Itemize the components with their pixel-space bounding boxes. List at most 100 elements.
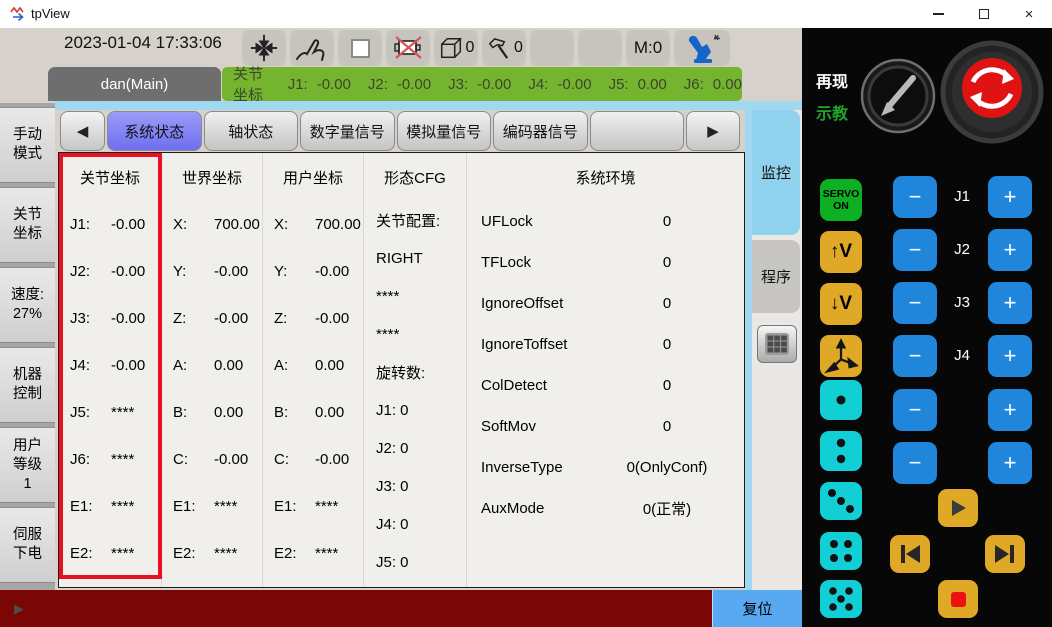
robot-tool-button[interactable] xyxy=(674,30,730,66)
square-tool-button[interactable] xyxy=(338,30,382,66)
left-sidebar: 手动模式关节坐标速度:27%机器控制用户等级1伺服下电 xyxy=(0,103,55,590)
status-row: E1:**** xyxy=(162,483,262,530)
program-tab[interactable]: dan(Main) xyxy=(48,67,221,101)
jog-label-j1: J1 xyxy=(942,188,982,205)
minus-icon: − xyxy=(909,237,922,263)
tab-digital-signals[interactable]: 数字量信号 xyxy=(300,111,395,151)
column-title: 系统环境 xyxy=(467,153,744,201)
converge-arrows-icon xyxy=(248,32,280,64)
dice-5-button[interactable] xyxy=(820,580,862,618)
sidebar-item-line: 控制 xyxy=(13,385,42,404)
tab-program[interactable]: 程序 xyxy=(752,240,800,313)
run-indicator-icon: ▶ xyxy=(14,601,24,617)
program-right-tab-label: 程序 xyxy=(761,266,791,287)
sidebar-item-joint-coord[interactable]: 关节坐标 xyxy=(0,187,55,263)
speed-down-button[interactable]: ↓V xyxy=(820,283,862,325)
joint-readouts: J1:-0.00J2:-0.00J3:-0.00J4:-0.00J5:0.00J… xyxy=(288,76,742,93)
servo-on-button[interactable]: SERVO ON xyxy=(820,179,862,221)
speed-down-icon: ↓V xyxy=(830,293,852,315)
converge-tool-button[interactable] xyxy=(242,30,286,66)
row-value: 0.00 xyxy=(214,404,243,421)
play-button[interactable] xyxy=(938,489,978,527)
sidebar-item-user-level[interactable]: 用户等级1 xyxy=(0,427,55,503)
status-row: X:700.00 xyxy=(162,201,262,248)
config-line: **** xyxy=(364,315,466,353)
row-label: TFLock xyxy=(481,254,517,271)
toolbar-empty-slot xyxy=(530,30,574,66)
status-row: J4:-0.00 xyxy=(59,342,161,389)
sidebar-item-line: 手动 xyxy=(13,126,42,145)
status-row: E1:**** xyxy=(59,483,161,530)
plus-icon: + xyxy=(1004,397,1017,423)
jog-minus-j2[interactable]: − xyxy=(893,229,937,271)
jog-minus-6[interactable]: − xyxy=(893,442,937,484)
joint-readout: J1:-0.00 xyxy=(288,76,351,93)
jog-minus-j3[interactable]: − xyxy=(893,282,937,324)
stop-button[interactable] xyxy=(938,580,978,618)
joint-readout: J4:-0.00 xyxy=(528,76,591,93)
joint-value: 0.00 xyxy=(638,76,667,93)
row-value: 0.00 xyxy=(315,357,344,374)
step-forward-button[interactable] xyxy=(985,535,1025,573)
row-label: SoftMov xyxy=(481,418,517,435)
emergency-stop-button[interactable] xyxy=(940,40,1044,144)
close-button[interactable]: × xyxy=(1009,0,1049,28)
jog-plus-j4[interactable]: + xyxy=(988,335,1032,377)
jog-hand-tool-button[interactable] xyxy=(290,30,334,66)
config-line: **** xyxy=(364,277,466,315)
status-row: J5:**** xyxy=(59,389,161,436)
tab-system-status[interactable]: 系统状态 xyxy=(107,111,202,151)
joint-status-bar: 关节坐标 J1:-0.00J2:-0.00J3:-0.00J4:-0.00J5:… xyxy=(222,67,742,101)
sidebar-item-machine-control[interactable]: 机器控制 xyxy=(0,347,55,423)
jog-plus-j3[interactable]: + xyxy=(988,282,1032,324)
motor-disabled-button[interactable] xyxy=(386,30,430,66)
sidebar-item-line: 关节 xyxy=(13,206,42,225)
sidebar-item-line: 伺服 xyxy=(13,526,42,545)
tab-monitor[interactable]: 监控 xyxy=(752,110,800,235)
config-line: J4: 0 xyxy=(364,505,466,543)
sidebar-item-manual-mode[interactable]: 手动模式 xyxy=(0,107,55,183)
step-back-button[interactable] xyxy=(890,535,930,573)
coordinate-frame-button[interactable] xyxy=(820,335,862,377)
dice-4-icon xyxy=(820,532,862,570)
maximize-button[interactable] xyxy=(964,0,1004,28)
row-label: ColDetect xyxy=(481,377,517,394)
jog-minus-j1[interactable]: − xyxy=(893,176,937,218)
column-user-coords: 用户坐标X:700.00Y:-0.00Z:-0.00A:0.00B:0.00C:… xyxy=(263,153,364,587)
sidebar-item-line: 1 xyxy=(23,475,31,494)
jog-plus-6[interactable]: + xyxy=(988,442,1032,484)
status-row: TFLock0 xyxy=(467,242,744,283)
plus-icon: + xyxy=(1004,450,1017,476)
column-title: 关节坐标 xyxy=(59,153,161,201)
play-icon xyxy=(948,498,968,518)
reset-button[interactable]: 复位 xyxy=(712,590,802,627)
tabs-prev-button[interactable]: ◀ xyxy=(60,111,105,151)
minimize-button[interactable] xyxy=(918,0,958,28)
jog-plus-5[interactable]: + xyxy=(988,389,1032,431)
tab-empty[interactable] xyxy=(590,111,685,151)
jog-minus-5[interactable]: − xyxy=(893,389,937,431)
tab-analog-signals[interactable]: 模拟量信号 xyxy=(397,111,492,151)
joint-value: -0.00 xyxy=(477,76,511,93)
tab-encoder-signals[interactable]: 编码器信号 xyxy=(493,111,588,151)
workspace-count-button[interactable]: 0 xyxy=(434,30,478,66)
dice-1-button[interactable] xyxy=(820,380,862,420)
status-row: J3:-0.00 xyxy=(59,295,161,342)
sidebar-item-line: 模式 xyxy=(13,145,42,164)
tab-axis-status[interactable]: 轴状态 xyxy=(204,111,299,151)
sidebar-item-servo-power[interactable]: 伺服下电 xyxy=(0,507,55,583)
joint-readout: J6:0.00 xyxy=(684,76,742,93)
dice-4-button[interactable] xyxy=(820,532,862,570)
jog-minus-j4[interactable]: − xyxy=(893,335,937,377)
tabs-next-button[interactable]: ▶ xyxy=(686,111,740,151)
dice-3-button[interactable] xyxy=(820,482,862,520)
mode-selector-knob[interactable] xyxy=(860,58,936,134)
tool-count-button[interactable]: 0 xyxy=(482,30,526,66)
dice-2-button[interactable] xyxy=(820,431,862,471)
keypad-button[interactable] xyxy=(757,325,797,363)
jog-plus-j1[interactable]: + xyxy=(988,176,1032,218)
speed-up-button[interactable]: ↑V xyxy=(820,231,862,273)
datetime-display: 2023-01-04 17:33:06 xyxy=(64,33,222,53)
sidebar-item-speed[interactable]: 速度:27% xyxy=(0,267,55,343)
jog-plus-j2[interactable]: + xyxy=(988,229,1032,271)
